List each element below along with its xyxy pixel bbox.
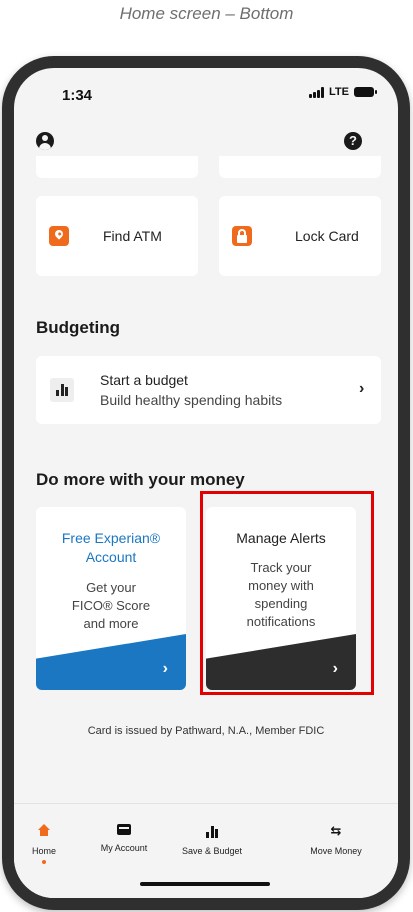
nav-home-label: Home	[31, 846, 56, 856]
do-more-heading: Do more with your money	[36, 470, 245, 489]
status-time: 1:34	[62, 87, 93, 104]
nav-move-money-label: Move Money	[310, 846, 362, 856]
chevron-right-icon: ›	[332, 660, 338, 677]
manage-alerts-promo-card[interactable]: Manage Alerts Track your money with spen…	[206, 507, 356, 690]
status-indicators: LTE	[309, 86, 377, 98]
nav-my-account-label: My Account	[100, 843, 148, 853]
home-indicator-bar[interactable]	[140, 882, 270, 886]
chevron-right-icon: ›	[359, 380, 365, 397]
find-atm-label: Find ATM	[103, 228, 162, 244]
card-icon	[117, 824, 131, 835]
chevron-right-icon: ›	[162, 660, 168, 677]
experian-promo-title: Free Experian® Account	[61, 530, 161, 565]
partial-card-left[interactable]	[36, 156, 198, 178]
nav-my-account[interactable]: My Account	[84, 824, 164, 853]
phone-screen: 1:34 LTE ? Find ATM Lock Card Budgeting	[14, 68, 398, 898]
fdic-disclaimer: Card is issued by Pathward, N.A., Member…	[87, 725, 325, 737]
nav-save-budget-label: Save & Budget	[181, 846, 243, 856]
experian-promo-body: Get your FICO® Score and more	[71, 580, 151, 631]
budgeting-heading: Budgeting	[36, 318, 121, 337]
network-type: LTE	[329, 86, 349, 98]
location-pin-icon	[49, 226, 69, 246]
lock-icon	[232, 226, 252, 246]
help-icon[interactable]: ?	[344, 132, 362, 150]
page-caption: Home screen – Bottom	[119, 4, 294, 23]
start-budget-title: Start a budget	[100, 372, 188, 388]
active-indicator	[42, 860, 46, 864]
phone-frame: 1:34 LTE ? Find ATM Lock Card Budgeting	[2, 56, 410, 910]
home-icon	[37, 824, 51, 838]
bar-chart-icon	[205, 824, 219, 838]
lock-card-label: Lock Card	[295, 228, 359, 244]
find-atm-button[interactable]: Find ATM	[36, 196, 198, 276]
lock-card-button[interactable]: Lock Card	[219, 196, 381, 276]
bar-chart-icon	[50, 378, 74, 402]
manage-alerts-title: Manage Alerts	[236, 530, 326, 546]
experian-promo-card[interactable]: Free Experian® Account Get your FICO® Sc…	[36, 507, 186, 690]
partial-card-right[interactable]	[219, 156, 381, 178]
manage-alerts-body: Track your money with spending notificat…	[246, 560, 316, 629]
nav-move-money[interactable]: ⇆ Move Money	[296, 823, 376, 857]
battery-icon	[354, 87, 377, 97]
start-budget-subtitle: Build healthy spending habits	[100, 392, 283, 408]
nav-home[interactable]: Home	[14, 824, 84, 864]
start-budget-card[interactable]: Start a budget Build healthy spending ha…	[36, 356, 381, 424]
transfer-arrows-icon: ⇆	[330, 823, 342, 838]
profile-icon[interactable]	[36, 132, 54, 150]
signal-icon	[309, 86, 325, 98]
nav-save-budget[interactable]: Save & Budget	[172, 824, 252, 856]
